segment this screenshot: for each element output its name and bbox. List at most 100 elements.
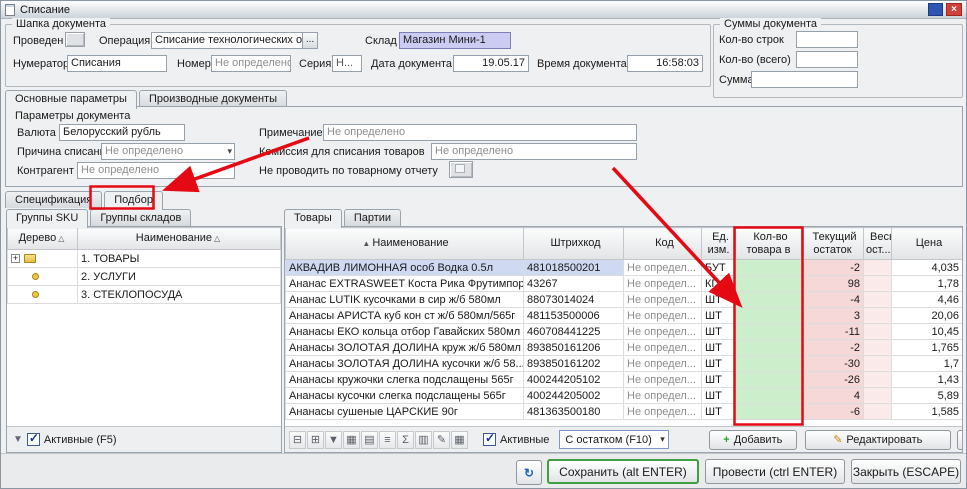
cell-code[interactable]: Не определ... <box>624 292 702 308</box>
add-button[interactable]: +Добавить <box>709 430 797 450</box>
cell-name[interactable]: АКВАДИВ ЛИМОННАЯ особ Водка 0.5л <box>286 260 524 276</box>
tree-row[interactable]: 1. ТОВАРЫ <box>8 250 281 268</box>
numerator-field[interactable]: Списания <box>67 55 167 72</box>
maximize-icon[interactable] <box>928 3 943 16</box>
note-field[interactable]: Не определено <box>323 124 637 141</box>
tab-main-params[interactable]: Основные параметры <box>5 90 137 109</box>
goods-column-header[interactable]: Код <box>624 228 702 260</box>
cell-stock[interactable]: 4 <box>802 388 864 404</box>
cell-price[interactable]: 1,7 <box>892 356 963 372</box>
cell-unit[interactable]: ШТ <box>702 308 736 324</box>
cell-code[interactable]: Не определ... <box>624 308 702 324</box>
cell-code[interactable]: Не определ... <box>624 276 702 292</box>
cell-barcode[interactable]: 481018500201 <box>524 260 624 276</box>
cell-name[interactable]: Ананасы ЗОЛОТАЯ ДОЛИНА кусочки ж/б 58... <box>286 356 524 372</box>
cell-name[interactable]: Ананасы ЗОЛОТАЯ ДОЛИНА круж ж/б 580мл <box>286 340 524 356</box>
cell-name[interactable]: Ананас LUTIK кусочками в сир ж/б 580мл <box>286 292 524 308</box>
cell-qty[interactable] <box>736 340 802 356</box>
cell-barcode[interactable]: 893850161206 <box>524 340 624 356</box>
cell-stock[interactable]: -6 <box>802 404 864 420</box>
edit-button[interactable]: ✎Редактировать <box>805 430 951 450</box>
tree-cell[interactable] <box>8 250 78 268</box>
paste-icon[interactable]: ⊞ <box>307 431 324 449</box>
goods-row[interactable]: Ананасы кружочки слегка подслащены 565г … <box>286 372 963 388</box>
tab-batches[interactable]: Партии <box>344 209 401 226</box>
copy-icon[interactable]: ⊟ <box>289 431 306 449</box>
cell-code[interactable]: Не определ... <box>624 340 702 356</box>
cell-price[interactable]: 10,45 <box>892 324 963 340</box>
sum-icon[interactable]: Σ <box>397 431 414 449</box>
cell-unit[interactable]: ШТ <box>702 388 736 404</box>
cell-qty[interactable] <box>736 404 802 420</box>
cell-stock[interactable]: 3 <box>802 308 864 324</box>
cell-stock[interactable]: -4 <box>802 292 864 308</box>
edit-cell-icon[interactable]: ✎ <box>433 431 450 449</box>
cell-unit[interactable]: БУТ <box>702 260 736 276</box>
tab-warehouse-groups[interactable]: Группы складов <box>90 209 191 226</box>
cell-price[interactable]: 1,43 <box>892 372 963 388</box>
tree-row[interactable]: 3. СТЕКЛОПОСУДА <box>8 286 281 304</box>
cell-stock[interactable]: -2 <box>802 260 864 276</box>
cell-code[interactable]: Не определ... <box>624 356 702 372</box>
goods-column-header[interactable]: Весь ост... <box>864 228 892 260</box>
goods-row[interactable]: Ананас EXTRASWEET Коста Рика Фрутимпорт … <box>286 276 963 292</box>
cell-qty[interactable] <box>736 372 802 388</box>
columns-icon[interactable]: ▦ <box>343 431 360 449</box>
filter-icon[interactable]: ▼ <box>325 431 342 449</box>
warehouse-field[interactable]: Магазин Мини-1 <box>399 32 511 49</box>
tab-selection[interactable]: Подбор <box>104 191 163 210</box>
tree-row[interactable]: 2. УСЛУГИ <box>8 268 281 286</box>
goods-row[interactable]: Ананас LUTIK кусочками в сир ж/б 580мл 8… <box>286 292 963 308</box>
series-field[interactable]: Н... <box>332 55 362 72</box>
goods-column-header[interactable]: Штрихкод <box>524 228 624 260</box>
tab-goods[interactable]: Товары <box>284 209 342 228</box>
cell-qty[interactable] <box>736 308 802 324</box>
cell-barcode[interactable]: 481153500006 <box>524 308 624 324</box>
cell-code[interactable]: Не определ... <box>624 372 702 388</box>
cell-unit[interactable]: ШТ <box>702 356 736 372</box>
doc-date-field[interactable]: 19.05.17 <box>453 55 529 72</box>
row-count-field[interactable] <box>796 31 858 48</box>
currency-field[interactable]: Белорусский рубль <box>59 124 185 141</box>
goods-row[interactable]: АКВАДИВ ЛИМОННАЯ особ Водка 0.5л 4810185… <box>286 260 963 276</box>
cell-rest[interactable] <box>864 388 892 404</box>
tab-specification[interactable]: Спецификация <box>5 191 102 208</box>
goods-row[interactable]: Ананасы ЕКО кольца отбор Гавайских 580мл… <box>286 324 963 340</box>
goods-row[interactable]: Ананасы ЗОЛОТАЯ ДОЛИНА круж ж/б 580мл 89… <box>286 340 963 356</box>
cell-qty[interactable] <box>736 388 802 404</box>
cell-code[interactable]: Не определ... <box>624 388 702 404</box>
cell-qty[interactable] <box>736 356 802 372</box>
cell-qty[interactable] <box>736 292 802 308</box>
group-name-cell[interactable]: 1. ТОВАРЫ <box>78 250 281 268</box>
doc-time-field[interactable]: 16:58:03 <box>627 55 703 72</box>
cell-barcode[interactable]: 460708441225 <box>524 324 624 340</box>
cell-qty[interactable] <box>736 260 802 276</box>
cell-code[interactable]: Не определ... <box>624 404 702 420</box>
cell-barcode[interactable]: 481363500180 <box>524 404 624 420</box>
cell-name[interactable]: Ананасы кусочки слегка подслащены 565г <box>286 388 524 404</box>
cell-rest[interactable] <box>864 276 892 292</box>
group-name-cell[interactable]: 2. УСЛУГИ <box>78 268 281 286</box>
rows-icon[interactable]: ≡ <box>379 431 396 449</box>
goods-column-header[interactable]: Ед. изм. <box>702 228 736 260</box>
cell-stock[interactable]: 98 <box>802 276 864 292</box>
goods-row[interactable]: Ананасы кусочки слегка подслащены 565г 4… <box>286 388 963 404</box>
cell-qty[interactable] <box>736 276 802 292</box>
no-report-checkbox[interactable] <box>449 161 473 178</box>
cell-rest[interactable] <box>864 404 892 420</box>
cell-stock[interactable]: -26 <box>802 372 864 388</box>
expand-icon[interactable] <box>11 254 20 263</box>
filter-icon[interactable]: ▼ <box>13 434 23 445</box>
cell-price[interactable]: 1,78 <box>892 276 963 292</box>
cell-price[interactable]: 4,46 <box>892 292 963 308</box>
tree-column-header[interactable]: Наименование△ <box>78 228 281 250</box>
goods-row[interactable]: Ананасы АРИСТА куб кон ст ж/б 580мл/565г… <box>286 308 963 324</box>
cell-rest[interactable] <box>864 260 892 276</box>
cell-rest[interactable] <box>864 356 892 372</box>
copy-button[interactable]: К... <box>957 430 962 450</box>
contractor-field[interactable]: Не определено <box>77 162 235 179</box>
cell-barcode[interactable]: 400244205002 <box>524 388 624 404</box>
operation-field[interactable]: Списание технологических отхо... <box>151 32 303 49</box>
operation-picker-icon[interactable]: ... <box>302 32 318 49</box>
titlebar[interactable]: Списание × <box>1 1 966 19</box>
